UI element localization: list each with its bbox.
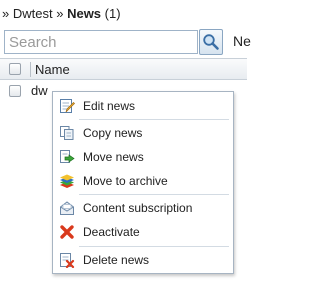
breadcrumb-separator: » [56, 6, 64, 21]
search-button[interactable] [199, 29, 223, 55]
breadcrumb-parent[interactable]: Dwtest [13, 6, 53, 21]
search-input[interactable] [4, 30, 198, 54]
menu-item-move-news[interactable]: Move news [56, 146, 231, 168]
menu-item-label: Edit news [83, 99, 136, 113]
deactivate-icon [60, 225, 74, 239]
row-checkbox[interactable] [9, 85, 21, 97]
delete-icon [60, 253, 75, 268]
menu-item-deactivate[interactable]: Deactivate [56, 221, 231, 243]
search-bar: Ne [0, 29, 251, 57]
breadcrumb-separator: » [2, 6, 10, 21]
menu-item-label: Move news [83, 150, 144, 164]
menu-separator [79, 119, 229, 120]
search-icon [203, 34, 219, 50]
context-menu: Edit news Copy news Move news Move to ar… [52, 91, 234, 274]
archive-icon [60, 174, 74, 188]
search-next-label[interactable]: Ne [233, 33, 251, 49]
menu-item-edit-news[interactable]: Edit news [56, 95, 231, 117]
menu-item-content-subscription[interactable]: Content subscription [56, 197, 231, 219]
move-icon [60, 150, 75, 163]
breadcrumb: » Dwtest » News (1) [0, 0, 247, 28]
breadcrumb-count: (1) [104, 6, 121, 21]
column-divider [30, 62, 31, 77]
menu-item-label: Deactivate [83, 225, 140, 239]
grid-header: Name [0, 58, 247, 80]
menu-item-copy-news[interactable]: Copy news [56, 122, 231, 144]
menu-item-label: Copy news [83, 126, 143, 140]
column-header-name[interactable]: Name [35, 62, 70, 77]
edit-icon [60, 99, 75, 113]
menu-separator [79, 246, 229, 247]
subscription-icon [60, 201, 74, 215]
menu-item-label: Delete news [83, 253, 150, 267]
menu-item-label: Move to archive [83, 174, 168, 188]
row-name[interactable]: dw [31, 83, 48, 98]
breadcrumb-current: News [67, 6, 102, 21]
copy-icon [60, 126, 74, 140]
menu-item-move-to-archive[interactable]: Move to archive [56, 170, 231, 192]
select-all-checkbox[interactable] [9, 63, 21, 75]
menu-item-delete-news[interactable]: Delete news [56, 249, 231, 271]
menu-separator [79, 194, 229, 195]
menu-item-label: Content subscription [83, 201, 193, 215]
